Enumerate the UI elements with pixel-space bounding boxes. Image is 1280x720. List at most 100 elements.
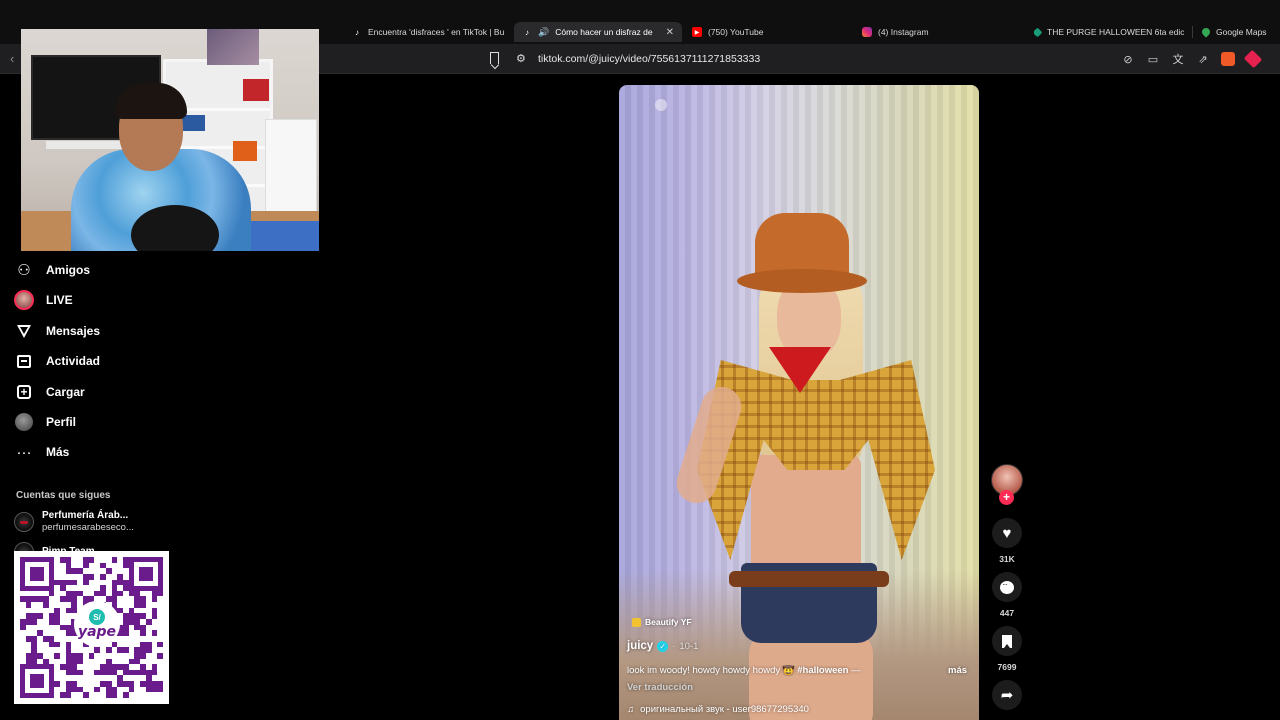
bookmark-icon (1002, 634, 1012, 648)
comment-icon (1000, 580, 1014, 594)
qr-finder (20, 557, 54, 591)
tab-current-video[interactable]: ♪ 🔊 Cómo hacer un disfraz de W ✕ (514, 22, 682, 42)
messages-icon (14, 321, 34, 341)
tab-instagram[interactable]: (4) Instagram (862, 22, 1012, 42)
site-info-icon[interactable]: ⚙ (516, 52, 526, 65)
sidebar-item-label: Actividad (46, 354, 101, 368)
account-avatar (14, 512, 34, 532)
hashtag-link[interactable]: #halloween (797, 665, 848, 676)
caption-tail: — (851, 665, 861, 676)
tab-title: (750) YouTube (708, 27, 764, 37)
yape-logo: S/ yape (74, 601, 120, 647)
tab-title: THE PURGE HALLOWEEN 6ta edición (1047, 27, 1184, 37)
profile-avatar (15, 413, 33, 431)
sidebar-item-mas[interactable]: ··· Más (14, 439, 70, 465)
sidebar-item-label: Más (46, 445, 70, 459)
video-actions: + ♥ 31K 447 7699 ➦ (990, 464, 1024, 720)
webcam-mat (249, 221, 319, 251)
author-row: juicy ✓ · 10-1 (627, 640, 698, 652)
bookmark-icon[interactable] (490, 52, 499, 64)
see-translation-link[interactable]: Ver traducción (627, 682, 693, 693)
sidebar-item-mensajes[interactable]: Mensajes (14, 318, 100, 344)
tab-title: Google Maps (1216, 27, 1267, 37)
url-field[interactable]: tiktok.com/@juicy/video/7556137111271853… (538, 53, 760, 65)
cowboy-hat (737, 213, 867, 311)
qr-finder (20, 664, 54, 698)
verified-icon: ✓ (657, 640, 669, 652)
tiktok-icon: ♪ (525, 27, 529, 37)
maps-pin-icon (1202, 26, 1212, 38)
tab-title: Cómo hacer un disfraz de W (555, 27, 654, 37)
follow-plus-icon[interactable]: + (999, 490, 1014, 505)
browser-toolbar: ⊘ ▭ 文 ⇗ (1121, 49, 1263, 69)
webcam-overlay (21, 29, 319, 251)
account-name: Perfumería Árab... (42, 510, 129, 521)
activity-icon (14, 351, 34, 371)
translate-icon[interactable]: 文 (1171, 51, 1185, 67)
hat-brim (737, 269, 867, 293)
sidebar-item-perfil[interactable]: Perfil (14, 409, 76, 435)
profile-icon (14, 412, 34, 432)
effect-tag[interactable]: Beautify YF (632, 617, 692, 627)
caption-text: look im woody! howdy howdy howdy 🤠 (627, 665, 795, 676)
post-date: 10-1 (679, 640, 699, 652)
account-text: Perfumería Árab... perfumesarabeseco... (42, 510, 134, 534)
sidebar-item-label: Cargar (46, 385, 85, 399)
inbox-icon (17, 354, 31, 368)
caption-more-link[interactable]: más (948, 665, 967, 676)
effect-icon (632, 617, 641, 627)
tab-purge-halloween[interactable]: THE PURGE HALLOWEEN 6ta edición (1034, 22, 1184, 42)
live-avatar (14, 290, 34, 310)
sidebar-item-label: Mensajes (46, 324, 101, 338)
brave-shield-icon[interactable] (1221, 52, 1235, 66)
screen-cast-icon[interactable]: ▭ (1146, 53, 1160, 66)
like-count: 31K (999, 554, 1015, 564)
webcam-cabinet (265, 119, 317, 214)
share-icon[interactable]: ⇗ (1196, 53, 1210, 66)
video-caption: look im woody! howdy howdy howdy 🤠 #hall… (627, 665, 945, 676)
paper-plane-icon (17, 324, 31, 338)
qr-finder (129, 557, 163, 591)
tiktok-icon: ♪ (355, 27, 359, 37)
share-arrow-icon: ➦ (1000, 687, 1014, 704)
sidebar-item-live[interactable]: LIVE (14, 287, 73, 313)
music-title: оригинальный звук - user98677295340 (640, 704, 809, 715)
sidebar-item-label: LIVE (46, 293, 73, 307)
tab-close-icon[interactable]: ✕ (666, 27, 674, 38)
tab-google-maps[interactable]: Google Maps (1202, 22, 1278, 42)
effect-name: Beautify YF (645, 617, 692, 627)
author-name[interactable]: juicy (627, 640, 653, 652)
back-arrow-icon[interactable]: ‹ (10, 51, 14, 66)
share-button[interactable]: ➦ (992, 680, 1022, 710)
yape-coin-icon: S/ (89, 609, 105, 625)
music-row[interactable]: ♫ оригинальный звук - user98677295340 (627, 704, 809, 715)
webcam-poster (207, 29, 259, 65)
music-note-icon: ♫ (627, 704, 635, 715)
webcam-shelf-item (181, 115, 205, 131)
save-button[interactable] (992, 626, 1022, 656)
live-icon (14, 290, 34, 310)
audio-playing-icon: 🔊 (538, 26, 550, 37)
post-date-separator: · (672, 640, 676, 652)
yape-qr-code: S/ yape (14, 551, 169, 704)
like-button[interactable]: ♥ (992, 518, 1022, 548)
tab-title: (4) Instagram (878, 27, 929, 37)
comment-button[interactable] (992, 572, 1022, 602)
instagram-icon (862, 27, 872, 37)
sidebar-item-actividad[interactable]: Actividad (14, 348, 100, 374)
brave-rewards-icon[interactable] (1243, 49, 1263, 69)
heart-icon: ♥ (1002, 524, 1012, 542)
sidebar-item-amigos[interactable]: ⚇ Amigos (14, 257, 90, 283)
tab-title: Encuentra 'disfraces ' en TikTok | Bus (368, 27, 504, 37)
following-section-title: Cuentas que sigues (16, 490, 111, 501)
webcam-shelf-item (243, 79, 269, 101)
tab-youtube[interactable]: ▶ (750) YouTube (692, 22, 842, 42)
tracking-shield-icon[interactable]: ⊘ (1121, 53, 1135, 66)
save-count: 7699 (997, 662, 1017, 672)
sidebar-item-cargar[interactable]: + Cargar (14, 379, 85, 405)
streamer-hair (115, 83, 187, 119)
tab-tiktok-search[interactable]: ♪ Encuentra 'disfraces ' en TikTok | Bus (352, 22, 504, 42)
ticket-icon (1034, 27, 1043, 37)
comment-count: 447 (999, 608, 1015, 618)
following-account[interactable]: Perfumería Árab... perfumesarabeseco... (14, 510, 134, 534)
